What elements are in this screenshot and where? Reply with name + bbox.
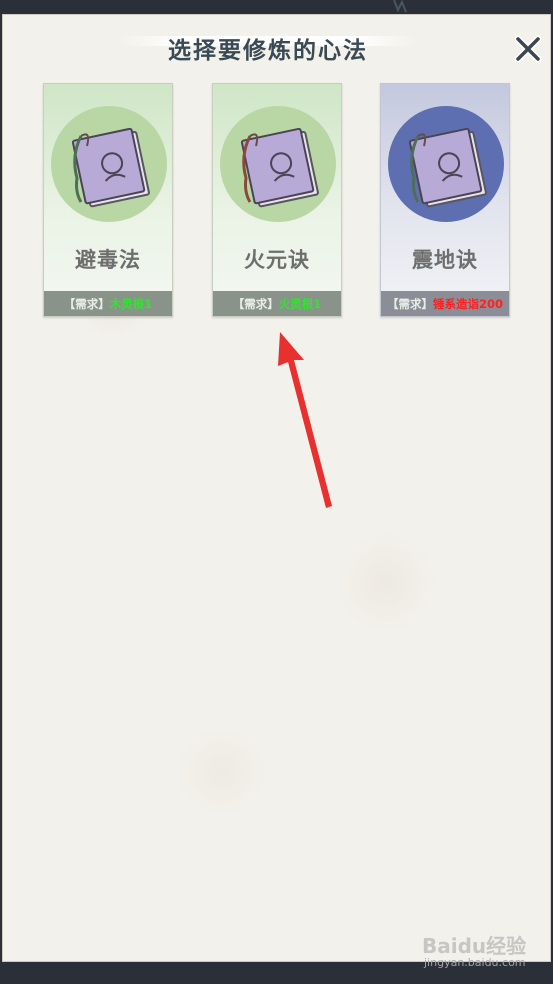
watermark-url: jingyan.baidu.com	[424, 956, 526, 969]
requirement-bar: 【需求】 木灵根1	[44, 291, 172, 316]
skill-name: 火元诀	[244, 247, 310, 272]
skill-card-bidufa[interactable]: 避毒法 【需求】 木灵根1	[43, 83, 173, 317]
dialog-header: 选择要修炼的心法	[118, 30, 418, 66]
watermark-logo: Baidu经验	[422, 934, 527, 958]
requirement-bar: 【需求】 火灵根1	[213, 291, 341, 316]
skill-card-huoyuanjue[interactable]: 火元诀 【需求】 火灵根1	[212, 83, 342, 317]
book-icon	[220, 106, 336, 222]
requirement-value: 木灵根1	[109, 296, 153, 311]
requirement-value: 火灵根1	[278, 296, 322, 311]
book-icon	[388, 106, 504, 222]
skill-card-zhendijue[interactable]: 震地诀 【需求】 锤系造诣200	[380, 83, 510, 317]
requirement-tag: 【需求】	[63, 296, 110, 311]
close-icon[interactable]	[513, 34, 543, 64]
requirement-value: 锤系造诣200	[432, 296, 503, 311]
watermark: Baidu经验 jingyan.baidu.com	[422, 930, 542, 970]
top-ornament-icon	[393, 0, 407, 13]
requirement-tag: 【需求】	[232, 296, 279, 311]
arrow-annotation	[278, 332, 332, 508]
requirement-tag: 【需求】	[386, 296, 433, 311]
skill-name: 避毒法	[75, 247, 141, 272]
requirement-bar: 【需求】 锤系造诣200	[381, 291, 509, 316]
dialog-title: 选择要修炼的心法	[168, 37, 368, 64]
book-icon	[51, 106, 167, 222]
skill-name: 震地诀	[412, 247, 478, 272]
